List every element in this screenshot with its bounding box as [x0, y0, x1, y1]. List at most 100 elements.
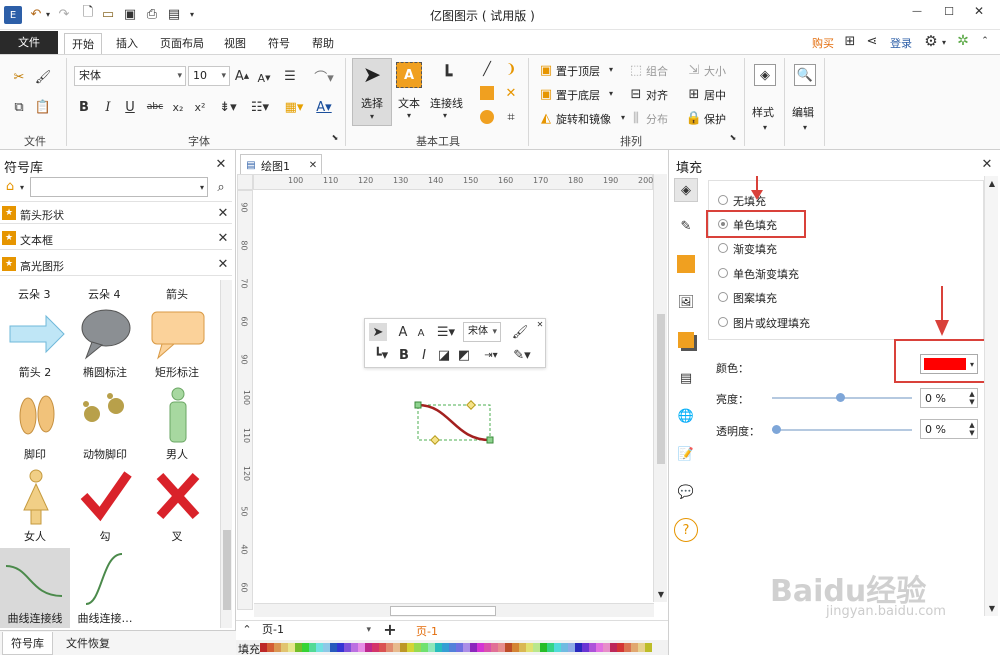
edit-button[interactable]: 🔍 编辑 ▾ [790, 60, 820, 136]
palette-swatch[interactable] [260, 643, 267, 652]
page-tab-active[interactable]: 页-1 [416, 623, 438, 639]
minimize-icon[interactable]: — [906, 4, 928, 18]
fill-panel-close-icon[interactable]: ✕ [980, 157, 994, 172]
palette-swatch[interactable] [309, 643, 316, 652]
palette-swatch[interactable] [274, 643, 281, 652]
palette-swatch[interactable] [323, 643, 330, 652]
add-page-icon[interactable]: + [382, 620, 398, 639]
tab-file-recovery[interactable]: 文件恢复 [66, 635, 110, 651]
highlight-box-icon[interactable]: ▦▾ [282, 98, 306, 116]
grow-font-icon[interactable]: A ▲ [234, 67, 250, 85]
undo-icon[interactable]: ↶ [28, 6, 44, 22]
undo-dropdown-icon[interactable]: ▾ [44, 6, 52, 22]
palette-swatch[interactable] [645, 643, 652, 652]
cut-icon[interactable]: ✂ [10, 68, 28, 86]
cross-line-icon[interactable]: ✕ [502, 84, 520, 102]
palette-swatch[interactable] [330, 643, 337, 652]
palette-swatch[interactable] [358, 643, 365, 652]
scroll-down-icon[interactable]: ▼ [655, 588, 667, 600]
palette-swatch[interactable] [554, 643, 561, 652]
palette-swatch[interactable] [456, 643, 463, 652]
tab-view[interactable]: 视图 [218, 33, 252, 54]
font-name-select[interactable]: 宋体 [74, 66, 186, 86]
search-icon[interactable]: ⌕ [212, 178, 230, 196]
comment-tab-icon[interactable]: 💬 [674, 480, 698, 504]
export-icon[interactable]: ▤ [166, 6, 182, 22]
image-tab-icon[interactable]: 🖼 [674, 290, 698, 314]
palette-swatch[interactable] [365, 643, 372, 652]
palette-swatch[interactable] [631, 643, 638, 652]
mini-format-painter-icon[interactable]: 🖌 [511, 323, 529, 341]
shape-check[interactable]: 勾 [70, 466, 140, 546]
scroll-up-icon[interactable]: ▲ [986, 177, 998, 189]
strikethrough-icon[interactable]: abc [146, 98, 164, 116]
fill-tab-icon[interactable]: ◈ [674, 178, 698, 202]
palette-swatch[interactable] [288, 643, 295, 652]
drawing-page[interactable] [254, 191, 652, 603]
shape-arrow-2[interactable]: 箭头 2 [0, 302, 70, 382]
mini-grow-font-icon[interactable]: A [395, 323, 411, 341]
bullet-list-icon[interactable]: ☷▾ [248, 98, 272, 116]
palette-swatch[interactable] [302, 643, 309, 652]
shape-footprint[interactable]: 脚印 [0, 384, 70, 464]
crop-icon[interactable]: ⌗ [502, 108, 520, 126]
palette-swatch[interactable] [435, 643, 442, 652]
ribbon-collapse-icon[interactable]: ⌃ [978, 34, 992, 48]
shape-rect-callout[interactable]: 矩形标注 [142, 302, 212, 382]
tab-home[interactable]: 开始 [64, 33, 102, 54]
radio-single-gradient-fill[interactable] [718, 268, 728, 278]
mini-align-icon[interactable]: ☰▾ [433, 323, 459, 341]
palette-swatch[interactable] [512, 643, 519, 652]
arc-icon[interactable]: ❩ [502, 60, 520, 78]
transparency-slider[interactable] [772, 425, 912, 434]
subscript-icon[interactable]: x₂ [170, 98, 186, 116]
palette-swatch[interactable] [547, 643, 554, 652]
center-button[interactable]: 居中 [704, 87, 726, 103]
page-properties-tab-icon[interactable]: ▤ [674, 366, 698, 390]
share-box-icon[interactable]: ⊞ [842, 33, 858, 49]
palette-swatch[interactable] [428, 643, 435, 652]
section-close-icon[interactable]: ✕ [216, 231, 230, 246]
palette-swatch[interactable] [596, 643, 603, 652]
palette-swatch[interactable] [638, 643, 645, 652]
tab-symbol-library[interactable]: 符号库 [2, 632, 53, 655]
tab-symbol[interactable]: 符号 [260, 33, 298, 54]
mini-send-back-icon[interactable]: ◩ [455, 346, 473, 364]
line-style-tab-icon[interactable]: ✎ [674, 214, 698, 238]
new-file-icon[interactable]: 🗋 [80, 5, 96, 22]
print-icon[interactable]: ⎙ [144, 6, 160, 22]
shape-cross[interactable]: 叉 [142, 466, 212, 546]
document-tab-close-icon[interactable]: ✕ [307, 158, 319, 172]
palette-swatch[interactable] [498, 643, 505, 652]
settings-gear-icon[interactable]: ⚙ [922, 32, 940, 50]
brightness-slider[interactable] [772, 393, 912, 402]
style-button[interactable]: ◈ 样式 ▾ [750, 60, 780, 136]
arrange-dialog-launcher-icon[interactable]: ⬊ [728, 132, 738, 142]
library-close-icon[interactable]: ✕ [214, 157, 228, 172]
palette-swatch[interactable] [484, 643, 491, 652]
font-size-select[interactable]: 10 [188, 66, 230, 86]
palette-swatch[interactable] [624, 643, 631, 652]
vertical-scrollbar[interactable]: ▼ [653, 174, 667, 602]
connector-tool-label[interactable]: 连接线 [430, 95, 463, 111]
library-section-highlight[interactable]: ★ 高光图形 ✕ [0, 253, 232, 276]
palette-swatch[interactable] [463, 643, 470, 652]
close-window-icon[interactable]: ✕ [968, 4, 990, 18]
shadow-tab-icon[interactable] [674, 252, 698, 276]
palette-swatch[interactable] [379, 643, 386, 652]
bold-icon[interactable]: B [76, 98, 92, 116]
transparency-input[interactable]: 0 % ▲ ▼ [920, 419, 978, 439]
palette-swatch[interactable] [351, 643, 358, 652]
mini-bold-icon[interactable]: B [397, 346, 411, 364]
align-button[interactable]: 对齐 [646, 87, 668, 103]
section-close-icon[interactable]: ✕ [216, 206, 230, 221]
shape-animal-footprint[interactable]: 动物脚印 [70, 384, 140, 464]
save-icon[interactable]: ▣ [122, 6, 138, 22]
tab-page-layout[interactable]: 页面布局 [152, 33, 212, 54]
shape-curve-connector-2[interactable]: 曲线连接… [70, 548, 140, 628]
shape-curve-connector[interactable]: 曲线连接线 [0, 548, 70, 628]
hyperlink-tab-icon[interactable]: 🌐 [674, 404, 698, 428]
palette-swatch[interactable] [610, 643, 617, 652]
radio-pattern-fill[interactable] [718, 292, 728, 302]
italic-icon[interactable]: I [100, 98, 116, 116]
